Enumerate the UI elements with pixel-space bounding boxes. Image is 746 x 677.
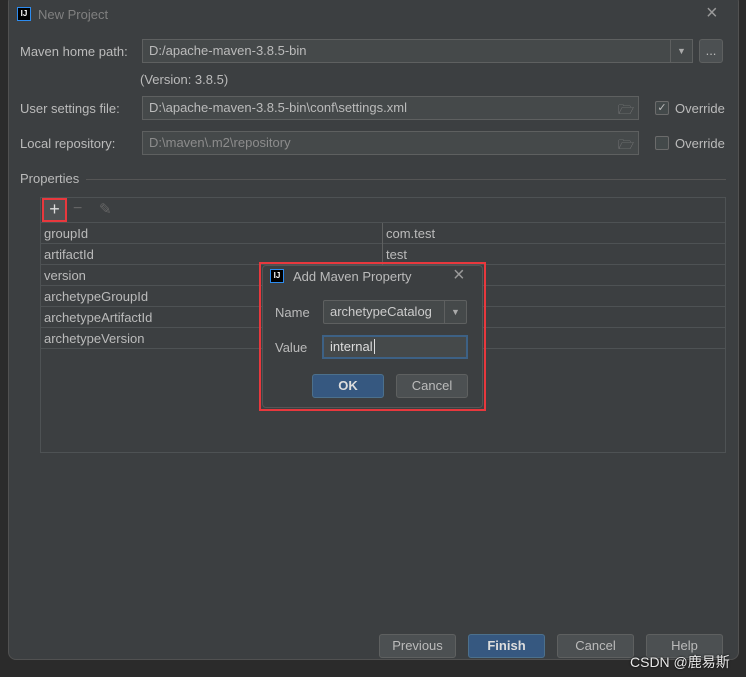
column-divider bbox=[382, 223, 383, 244]
remove-property-button[interactable]: − bbox=[73, 200, 82, 218]
local-override-label: Override bbox=[675, 136, 725, 151]
folder-icon[interactable]: 🗁 bbox=[618, 136, 634, 158]
local-repo-field[interactable]: D:\maven\.m2\repository bbox=[142, 131, 639, 155]
popup-title: Add Maven Property bbox=[293, 269, 412, 284]
property-key: archetypeGroupId bbox=[44, 289, 149, 304]
property-key: artifactId bbox=[44, 247, 94, 262]
watermark: CSDN @鹿易斯 bbox=[630, 654, 730, 670]
user-settings-field[interactable]: D:\apache-maven-3.8.5-bin\conf\settings.… bbox=[142, 96, 639, 120]
close-icon[interactable]: × bbox=[453, 264, 465, 287]
window-title: New Project bbox=[38, 7, 109, 22]
properties-heading: Properties bbox=[20, 171, 80, 186]
intellij-logo-icon: IJ bbox=[17, 7, 31, 21]
value-text: internal bbox=[330, 339, 373, 354]
text-cursor bbox=[373, 339, 375, 354]
local-repo-label: Local repository: bbox=[20, 136, 116, 151]
cancel-button[interactable]: Cancel bbox=[396, 374, 468, 398]
close-icon[interactable]: × bbox=[706, 2, 718, 25]
intellij-logo-icon: IJ bbox=[270, 269, 284, 283]
user-settings-label: User settings file: bbox=[20, 101, 120, 116]
add-maven-property-dialog: IJ Add Maven Property × Name archetypeCa… bbox=[262, 264, 483, 408]
property-value: com.test bbox=[386, 226, 436, 241]
user-override-label: Override bbox=[675, 101, 725, 116]
name-label: Name bbox=[275, 305, 310, 320]
edit-property-button[interactable]: ✎ bbox=[99, 200, 112, 218]
add-property-button[interactable]: + bbox=[42, 198, 67, 222]
maven-home-combo[interactable]: D:/apache-maven-3.8.5-bin bbox=[142, 39, 693, 63]
maven-home-label: Maven home path: bbox=[20, 44, 128, 59]
version-text: (Version: 3.8.5) bbox=[140, 72, 229, 87]
property-key: archetypeArtifactId bbox=[44, 310, 153, 325]
property-key: archetypeVersion bbox=[44, 331, 145, 346]
local-override-checkbox[interactable] bbox=[655, 136, 669, 150]
table-row[interactable]: groupId com.test bbox=[41, 223, 725, 244]
folder-icon[interactable]: 🗁 bbox=[618, 101, 634, 123]
divider bbox=[86, 179, 726, 180]
value-input[interactable]: internal bbox=[322, 335, 468, 359]
value-label: Value bbox=[275, 340, 308, 355]
chevron-down-icon[interactable]: ▼ bbox=[670, 40, 692, 62]
user-override-checkbox[interactable]: ✓ bbox=[655, 101, 669, 115]
cancel-button[interactable]: Cancel bbox=[557, 634, 634, 658]
ok-button[interactable]: OK bbox=[312, 374, 384, 398]
finish-button[interactable]: Finish bbox=[468, 634, 545, 658]
browse-button[interactable]: ... bbox=[699, 39, 723, 63]
chevron-down-icon[interactable]: ▼ bbox=[444, 301, 466, 323]
property-key: groupId bbox=[44, 226, 89, 241]
property-value: test bbox=[386, 247, 407, 262]
previous-button[interactable]: Previous bbox=[379, 634, 456, 658]
property-key: version bbox=[44, 268, 86, 283]
